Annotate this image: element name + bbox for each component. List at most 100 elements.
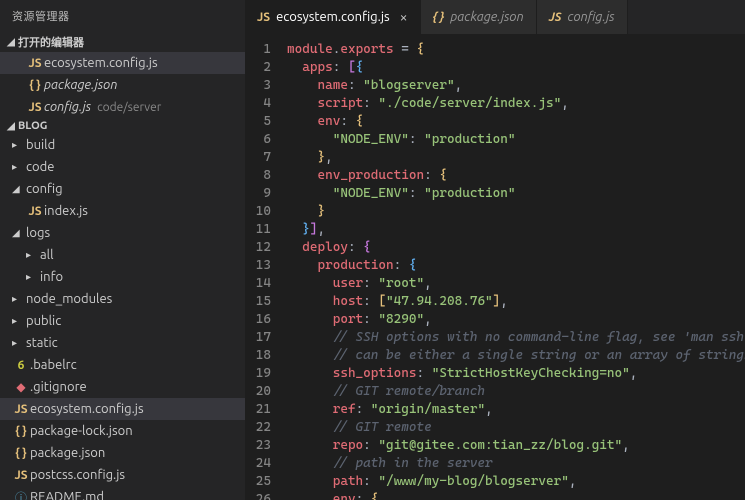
code-line[interactable]: }], — [287, 221, 745, 239]
line-number: 4 — [245, 95, 271, 113]
tree-label: .gitignore — [30, 380, 87, 394]
line-number: 1 — [245, 41, 271, 59]
code-line[interactable]: env_production: { — [287, 167, 745, 185]
code-line[interactable]: // SSH options with no command-line flag… — [287, 329, 745, 347]
folder-item[interactable]: ◢logs — [0, 222, 245, 244]
code-line[interactable]: ssh_options: "StrictHostKeyChecking=no", — [287, 365, 745, 383]
code-line[interactable]: }, — [287, 149, 745, 167]
tree-label: logs — [26, 226, 50, 240]
babel-file-icon: 6 — [12, 359, 30, 372]
open-editor-item[interactable]: JSecosystem.config.js — [0, 52, 245, 74]
line-number: 11 — [245, 221, 271, 239]
line-number: 18 — [245, 347, 271, 365]
line-number: 25 — [245, 473, 271, 491]
folder-item[interactable]: ◢config — [0, 178, 245, 200]
folder-item[interactable]: ▸all — [0, 244, 245, 266]
code-line[interactable]: repo: "git@gitee.com:tian_zz/blog.git", — [287, 437, 745, 455]
code-line[interactable]: env: { — [287, 113, 745, 131]
code-line[interactable]: // GIT remote — [287, 419, 745, 437]
line-number: 21 — [245, 401, 271, 419]
file-item[interactable]: { }package.json — [0, 442, 245, 464]
code-line[interactable]: path: "/www/my-blog/blogserver", — [287, 473, 745, 491]
editor-tab[interactable]: JSecosystem.config.js× — [245, 0, 421, 34]
open-editors-label: 打开的编辑器 — [18, 34, 84, 50]
tab-label: ecosystem.config.js — [276, 10, 390, 24]
file-item[interactable]: { }package-lock.json — [0, 420, 245, 442]
code-line[interactable]: user: "root", — [287, 275, 745, 293]
tree-label: postcss.config.js — [30, 468, 125, 482]
code-line[interactable]: port: "8290", — [287, 311, 745, 329]
open-editor-item[interactable]: { }package.json — [0, 74, 245, 96]
code-line[interactable]: production: { — [287, 257, 745, 275]
code-content[interactable]: module.exports = { apps: [{ name: "blogs… — [287, 35, 745, 500]
open-editor-item[interactable]: JSconfig.jscode/server — [0, 96, 245, 118]
js-file-icon: JS — [26, 205, 44, 218]
chevron-right-icon: ▸ — [26, 249, 40, 261]
line-number: 7 — [245, 149, 271, 167]
file-label: package.json — [44, 78, 117, 92]
code-line[interactable]: // can be either a single string or an a… — [287, 347, 745, 365]
chevron-right-icon: ▸ — [12, 161, 26, 173]
line-number: 10 — [245, 203, 271, 221]
code-line[interactable]: apps: [{ — [287, 59, 745, 77]
chevron-right-icon: ▸ — [12, 337, 26, 349]
open-editors-header[interactable]: ◢ 打开的编辑器 — [0, 32, 245, 52]
code-line[interactable]: // GIT remote/branch — [287, 383, 745, 401]
js-file-icon: JS — [12, 403, 30, 416]
folder-item[interactable]: ▸public — [0, 310, 245, 332]
folder-item[interactable]: ▸info — [0, 266, 245, 288]
chevron-down-icon: ◢ — [4, 36, 18, 48]
js-file-icon: JS — [12, 469, 30, 482]
open-editors-list: JSecosystem.config.js{ }package.jsonJSco… — [0, 52, 245, 118]
line-number: 13 — [245, 257, 271, 275]
file-item[interactable]: JSpostcss.config.js — [0, 464, 245, 486]
tree-label: index.js — [44, 204, 88, 218]
code-line[interactable]: "NODE_ENV": "production" — [287, 185, 745, 203]
code-line[interactable]: name: "blogserver", — [287, 77, 745, 95]
code-editor[interactable]: 1234567891011121314151617181920212223242… — [245, 35, 745, 500]
folder-item[interactable]: ▸build — [0, 134, 245, 156]
workspace-label: BLOG — [18, 120, 47, 132]
json-file-icon: { } — [12, 447, 30, 460]
editor-tab[interactable]: { }package.json — [421, 0, 537, 34]
close-icon[interactable]: × — [400, 9, 408, 25]
code-line[interactable]: "NODE_ENV": "production" — [287, 131, 745, 149]
code-line[interactable]: env: { — [287, 491, 745, 500]
code-line[interactable]: } — [287, 203, 745, 221]
git-file-icon: ◆ — [12, 380, 30, 394]
code-line[interactable]: deploy: { — [287, 239, 745, 257]
editor-tab[interactable]: JSconfig.js — [537, 0, 628, 34]
code-line[interactable]: script: "./code/server/index.js", — [287, 95, 745, 113]
line-number: 19 — [245, 365, 271, 383]
line-number: 20 — [245, 383, 271, 401]
file-tree: ▸build▸code◢configJSindex.js◢logs▸all▸in… — [0, 134, 245, 500]
code-line[interactable]: module.exports = { — [287, 41, 745, 59]
folder-item[interactable]: ▸static — [0, 332, 245, 354]
code-line[interactable]: host: ["47.94.208.76"], — [287, 293, 745, 311]
code-line[interactable]: // path in the server — [287, 455, 745, 473]
path-suffix: code/server — [97, 101, 161, 114]
chevron-right-icon: ▸ — [12, 293, 26, 305]
tree-label: code — [26, 160, 54, 174]
tree-label: all — [40, 248, 54, 262]
file-item[interactable]: ⓘREADME.md — [0, 486, 245, 500]
file-item[interactable]: 6.babelrc — [0, 354, 245, 376]
folder-item[interactable]: ▸code — [0, 156, 245, 178]
json-file-icon: { } — [26, 79, 44, 92]
file-item[interactable]: JSecosystem.config.js — [0, 398, 245, 420]
code-line[interactable]: ref: "origin/master", — [287, 401, 745, 419]
line-number: 3 — [245, 77, 271, 95]
tree-label: .babelrc — [30, 358, 77, 372]
workspace-header[interactable]: ◢ BLOG — [0, 118, 245, 134]
sidebar: 资源管理器 ◢ 打开的编辑器 JSecosystem.config.js{ }p… — [0, 0, 245, 500]
file-item[interactable]: ◆.gitignore — [0, 376, 245, 398]
editor-area: JSecosystem.config.js×{ }package.jsonJSc… — [245, 0, 745, 500]
file-item[interactable]: JSindex.js — [0, 200, 245, 222]
chevron-down-icon: ◢ — [4, 120, 18, 132]
line-number: 12 — [245, 239, 271, 257]
folder-item[interactable]: ▸node_modules — [0, 288, 245, 310]
line-number: 17 — [245, 329, 271, 347]
chevron-down-icon: ◢ — [12, 183, 26, 195]
explorer-title: 资源管理器 — [0, 0, 245, 32]
file-label: ecosystem.config.js — [44, 56, 158, 70]
